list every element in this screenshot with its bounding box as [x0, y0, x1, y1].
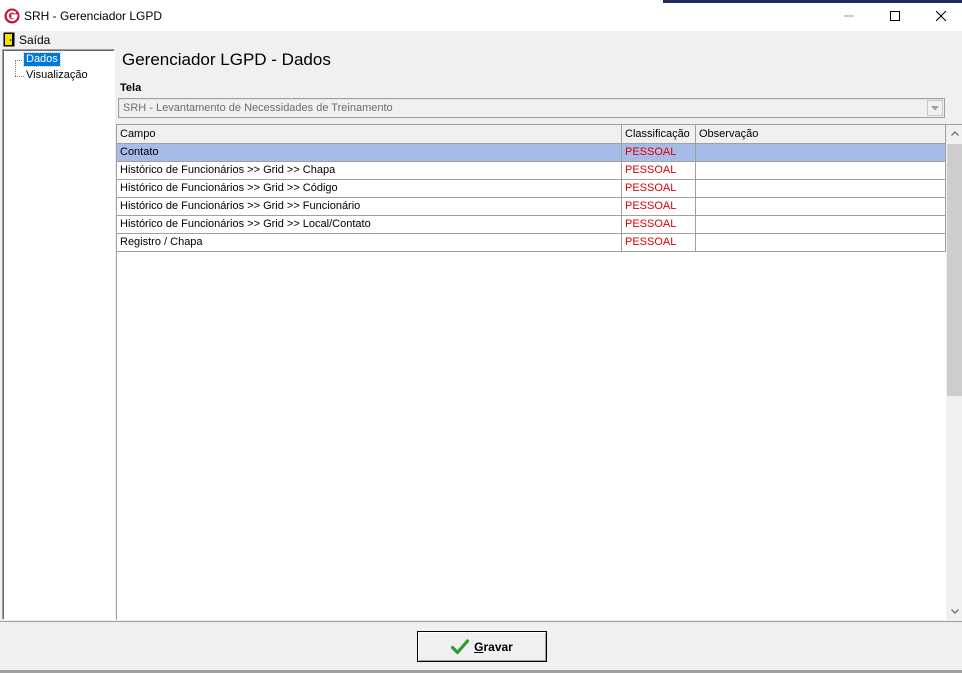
- tela-select-dropdown-button[interactable]: [927, 100, 943, 116]
- cell-classificacao[interactable]: PESSOAL: [622, 216, 696, 233]
- grid-vertical-scrollbar[interactable]: [946, 125, 962, 620]
- window-title: SRH - Gerenciador LGPD: [24, 9, 163, 23]
- minimize-button[interactable]: [826, 0, 872, 31]
- tela-select[interactable]: SRH - Levantamento de Necessidades de Tr…: [118, 98, 945, 118]
- tree-connector: [15, 76, 24, 77]
- table-row[interactable]: Histórico de Funcionários >> Grid >> Loc…: [117, 216, 946, 234]
- column-header-observacao[interactable]: Observação: [696, 125, 946, 143]
- cell-classificacao[interactable]: PESSOAL: [622, 180, 696, 197]
- cell-campo[interactable]: Registro / Chapa: [117, 234, 622, 251]
- table-row[interactable]: Histórico de Funcionários >> Grid >> Fun…: [117, 198, 946, 216]
- scroll-down-button[interactable]: [946, 603, 962, 620]
- cell-campo[interactable]: Histórico de Funcionários >> Grid >> Cha…: [117, 162, 622, 179]
- page-title: Gerenciador LGPD - Dados: [122, 50, 331, 69]
- data-grid: Campo Classificação Observação Contato P…: [116, 124, 962, 620]
- column-header-classificacao[interactable]: Classificação: [622, 125, 696, 143]
- tree-item-visualizacao[interactable]: Visualização: [24, 69, 90, 82]
- navigation-tree: Dados Visualização: [2, 49, 115, 620]
- cell-observacao[interactable]: [696, 234, 946, 251]
- srh-app-icon: [4, 8, 20, 24]
- cell-classificacao[interactable]: PESSOAL: [622, 162, 696, 179]
- table-row[interactable]: Histórico de Funcionários >> Grid >> Cha…: [117, 162, 946, 180]
- menu-exit-label: Saída: [19, 32, 51, 47]
- table-row[interactable]: Registro / Chapa PESSOAL: [117, 234, 946, 252]
- grid-header: Campo Classificação Observação: [117, 125, 946, 144]
- close-icon: [936, 10, 946, 21]
- cell-classificacao[interactable]: PESSOAL: [622, 234, 696, 251]
- title-bar[interactable]: SRH - Gerenciador LGPD: [0, 0, 962, 31]
- column-header-campo[interactable]: Campo: [117, 125, 622, 143]
- menu-bar: Saída: [0, 31, 962, 48]
- cell-observacao[interactable]: [696, 180, 946, 197]
- chevron-down-icon: [950, 609, 959, 614]
- maximize-button[interactable]: [872, 0, 918, 31]
- cell-campo[interactable]: Contato: [117, 144, 622, 161]
- chevron-down-icon: [931, 105, 939, 110]
- menu-item-exit[interactable]: Saída: [3, 31, 50, 48]
- exit-door-icon: [3, 32, 15, 47]
- minimize-icon: [844, 15, 854, 16]
- footer-separator: [0, 621, 962, 622]
- cell-campo[interactable]: Histórico de Funcionários >> Grid >> Cód…: [117, 180, 622, 197]
- cell-classificacao[interactable]: PESSOAL: [622, 198, 696, 215]
- tree-item-dados[interactable]: Dados: [23, 52, 61, 67]
- scroll-up-button[interactable]: [946, 125, 962, 142]
- table-row[interactable]: Contato PESSOAL: [117, 144, 946, 162]
- cell-observacao[interactable]: [696, 198, 946, 215]
- checkmark-icon: [451, 638, 470, 654]
- cell-observacao[interactable]: [696, 144, 946, 161]
- scroll-thumb[interactable]: [947, 144, 962, 396]
- app-window: SRH - Gerenciador LGPD Saída Dados Visua…: [0, 0, 962, 673]
- tree-connector: [15, 60, 24, 61]
- save-button-label: Gravar: [474, 639, 513, 654]
- cell-campo[interactable]: Histórico de Funcionários >> Grid >> Loc…: [117, 216, 622, 233]
- cell-campo[interactable]: Histórico de Funcionários >> Grid >> Fun…: [117, 198, 622, 215]
- save-button[interactable]: Gravar: [417, 631, 547, 662]
- chevron-up-icon: [950, 131, 959, 136]
- table-row[interactable]: Histórico de Funcionários >> Grid >> Cód…: [117, 180, 946, 198]
- close-button[interactable]: [918, 0, 962, 31]
- maximize-icon: [890, 10, 900, 21]
- tela-label: Tela: [120, 82, 142, 94]
- cell-observacao[interactable]: [696, 162, 946, 179]
- cell-classificacao[interactable]: PESSOAL: [622, 144, 696, 161]
- tree-connector: [15, 60, 16, 76]
- tela-select-value: SRH - Levantamento de Necessidades de Tr…: [123, 102, 393, 114]
- cell-observacao[interactable]: [696, 216, 946, 233]
